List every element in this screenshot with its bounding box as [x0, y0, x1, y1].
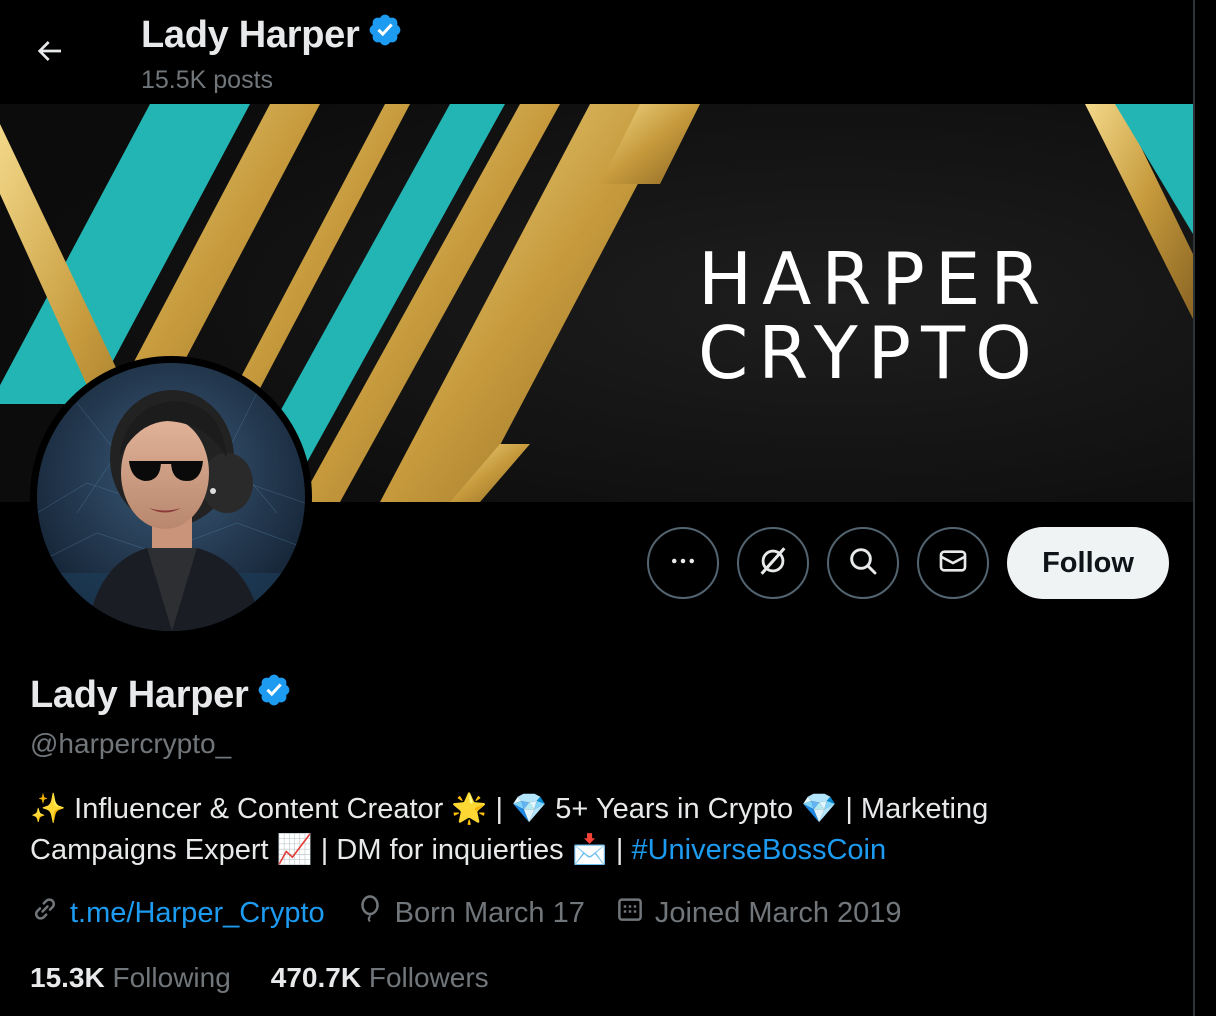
bio-text: | — [607, 834, 632, 866]
profile-handle: @harpercrypto_ — [30, 728, 232, 759]
website-link[interactable]: t.me/Harper_Crypto — [70, 897, 325, 930]
avatar[interactable] — [30, 356, 312, 638]
back-button[interactable] — [22, 26, 76, 80]
search-icon — [847, 545, 879, 582]
grok-slash-icon — [756, 544, 790, 583]
header-name: Lady Harper — [141, 13, 360, 56]
glowing-star-emoji: 🌟 — [451, 791, 488, 825]
more-button[interactable] — [647, 527, 719, 599]
birthday-text: Born March 17 — [394, 896, 585, 929]
header-title: Lady Harper — [141, 12, 403, 58]
following-count: 15.3K — [30, 962, 105, 993]
follow-button[interactable]: Follow — [1007, 527, 1169, 599]
sparkles-emoji: ✨ — [30, 791, 67, 825]
birthday-item: Born March 17 — [355, 894, 585, 932]
balloon-icon — [355, 894, 385, 932]
avatar-image — [37, 363, 305, 631]
joined-text: Joined March 2019 — [654, 896, 902, 929]
profile-name: Lady Harper — [30, 673, 249, 716]
arrow-left-icon — [33, 35, 65, 72]
profile-stats: 15.3K Following 470.7K Followers — [30, 962, 529, 994]
joined-item: Joined March 2019 — [615, 894, 902, 932]
verified-badge-icon[interactable] — [256, 672, 292, 718]
profile-name-row: Lady Harper — [30, 672, 292, 718]
bio-text: | — [487, 793, 512, 825]
profile-header: Lady Harper 15.5K posts — [0, 0, 1193, 104]
column-divider — [1193, 0, 1195, 1016]
website-item: t.me/Harper_Crypto — [30, 894, 325, 932]
followers-label: Followers — [368, 962, 489, 993]
envelope-icon — [937, 545, 969, 582]
bio-line-2: Campaigns Expert 📈 | DM for inquierties … — [30, 829, 1090, 870]
banner-title: HARPER CRYPTO — [698, 242, 1050, 390]
profile-actions: Follow — [647, 527, 1169, 599]
envelope-arrow-emoji: 📩 — [571, 832, 608, 866]
banner-line-1: HARPER — [698, 237, 1051, 321]
message-button[interactable] — [917, 527, 989, 599]
gem-emoji: 💎 — [511, 791, 548, 825]
bio-text: | DM for inquierties — [312, 834, 572, 866]
calendar-icon — [615, 894, 645, 932]
bio-text: Influencer & Content Creator — [66, 793, 452, 825]
bio-line-1: ✨ Influencer & Content Creator 🌟 | 💎 5+ … — [30, 788, 1090, 829]
verified-badge-icon — [367, 12, 403, 58]
following-link[interactable]: 15.3K Following — [30, 962, 231, 994]
hashtag-link[interactable]: #UniverseBossCoin — [631, 834, 886, 866]
more-dots-icon — [668, 546, 698, 581]
followers-count: 470.7K — [270, 962, 362, 993]
banner-line-2: CRYPTO — [698, 311, 1042, 395]
grok-button[interactable] — [737, 527, 809, 599]
followers-link[interactable]: 470.7K Followers — [271, 962, 489, 994]
bio-text: | Marketing — [837, 793, 989, 825]
profile-bio: ✨ Influencer & Content Creator 🌟 | 💎 5+ … — [30, 788, 1090, 870]
posts-count: 15.5K posts — [141, 66, 274, 94]
following-label: Following — [112, 962, 231, 993]
bio-text: Campaigns Expert — [30, 834, 277, 866]
profile-page: Lady Harper 15.5K posts HARPER CRYPTO Fo… — [0, 0, 1216, 1016]
search-profile-button[interactable] — [827, 527, 899, 599]
profile-meta: t.me/Harper_Crypto Born March 17 Joined … — [30, 894, 932, 932]
link-icon — [30, 894, 60, 932]
gem-emoji: 💎 — [801, 791, 838, 825]
chart-increasing-emoji: 📈 — [276, 832, 313, 866]
bio-text: 5+ Years in Crypto — [547, 793, 802, 825]
